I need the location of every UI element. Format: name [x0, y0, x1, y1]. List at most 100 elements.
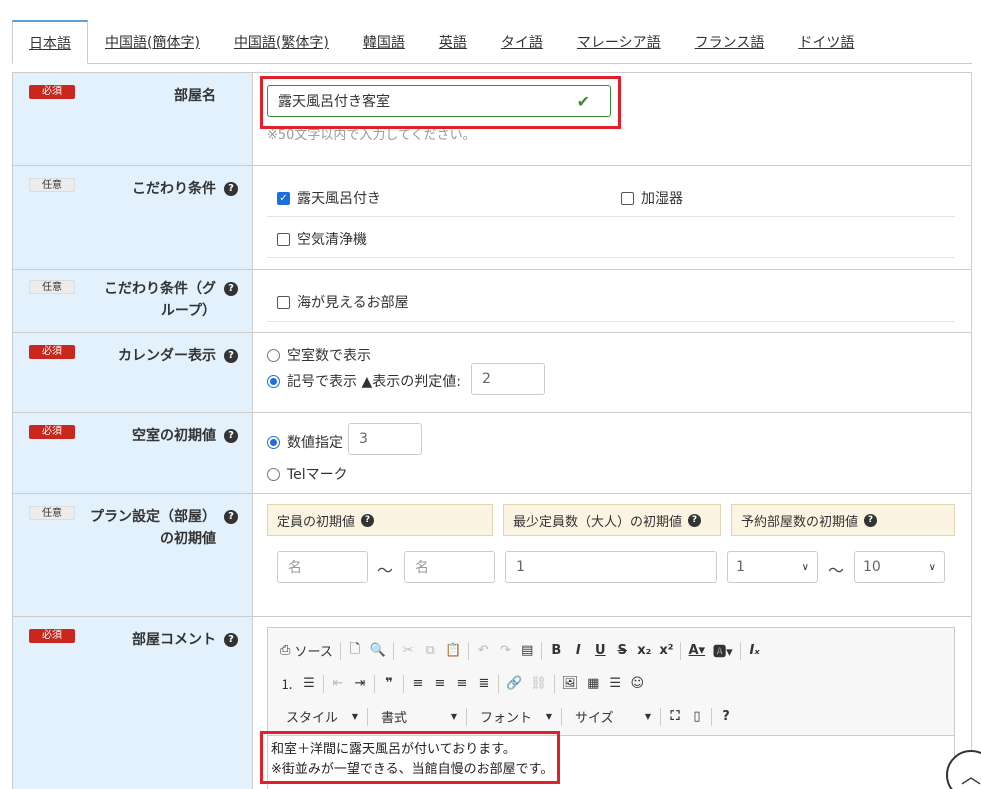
- background-color-icon[interactable]: 🅰▾: [709, 640, 737, 662]
- features-group-label: こだわり条件（グ ループ）: [104, 281, 216, 319]
- tab-english[interactable]: 英語: [422, 20, 484, 64]
- bulleted-list-icon[interactable]: ☰: [298, 673, 320, 695]
- capacity-min-input[interactable]: 名: [277, 551, 368, 583]
- toolbar-separator: [403, 674, 404, 693]
- radio-selected-icon[interactable]: [267, 374, 280, 388]
- tab-french[interactable]: フランス語: [678, 20, 782, 64]
- text-color-icon[interactable]: A▾: [684, 640, 709, 662]
- underline-icon[interactable]: U: [589, 640, 611, 662]
- remove-format-icon[interactable]: Iₓ: [744, 640, 766, 662]
- vacancy-number-input[interactable]: 3: [348, 423, 422, 455]
- redo-icon[interactable]: ↷: [494, 640, 516, 662]
- label-cell: 必須 部屋コメント ?: [12, 617, 253, 789]
- toolbar-separator: [553, 674, 555, 693]
- indent-icon[interactable]: ⇥: [349, 673, 371, 695]
- feature-open-air-bath[interactable]: ✓ 露天風呂付き: [277, 188, 381, 208]
- feature-ocean-view[interactable]: 海が見えるお部屋: [277, 292, 409, 312]
- help-icon[interactable]: ?: [715, 706, 737, 728]
- checkbox-icon[interactable]: [277, 232, 290, 246]
- tab-chinese-simplified[interactable]: 中国語(簡体字): [88, 20, 217, 64]
- preview-icon[interactable]: 🔍: [366, 640, 390, 662]
- radio-icon[interactable]: [267, 348, 280, 362]
- align-center-icon[interactable]: ≡: [429, 673, 451, 695]
- value-cell: ✓ 露天風呂付き 加湿器 空気清浄機: [253, 166, 971, 269]
- format-dropdown[interactable]: 書式 ▼: [371, 706, 463, 728]
- checkbox-label: 露天風呂付き: [297, 191, 381, 207]
- rooms-max-select[interactable]: 10 ∨: [854, 551, 945, 583]
- optional-badge: 任意: [29, 178, 75, 192]
- checkbox-icon[interactable]: [277, 295, 290, 309]
- tab-malay[interactable]: マレーシア語: [560, 20, 678, 64]
- radio-label: Telマーク: [287, 467, 348, 483]
- toolbar-separator: [660, 707, 661, 726]
- image-icon[interactable]: 🖼: [558, 673, 583, 695]
- radio-show-symbol[interactable]: 記号で表示 ▲表示の判定値:: [267, 371, 461, 391]
- checkbox-checked-icon[interactable]: ✓: [277, 191, 290, 205]
- source-button[interactable]: ⎙ ソース: [276, 640, 337, 662]
- undo-icon[interactable]: ↶: [472, 640, 494, 662]
- copy-icon[interactable]: ⧉: [419, 640, 441, 662]
- smiley-icon[interactable]: ☺: [626, 673, 648, 695]
- rooms-min-select[interactable]: 1 ∨: [727, 551, 818, 583]
- caret-down-icon: ▼: [644, 712, 651, 721]
- bold-icon[interactable]: B: [545, 640, 567, 662]
- tab-german[interactable]: ドイツ語: [781, 20, 871, 64]
- help-icon[interactable]: ?: [224, 633, 238, 647]
- min-adults-input[interactable]: 1: [505, 551, 717, 583]
- tab-chinese-traditional[interactable]: 中国語(繁体字): [217, 20, 346, 64]
- help-icon[interactable]: ?: [224, 182, 238, 196]
- room-comment-label: 部屋コメント: [132, 632, 216, 648]
- feature-air-purifier[interactable]: 空気清浄機: [277, 229, 367, 249]
- paste-from-word-icon[interactable]: ▤: [516, 640, 538, 662]
- unlink-icon[interactable]: ⛓: [526, 673, 551, 695]
- radio-number[interactable]: 数値指定: [267, 432, 343, 452]
- feature-humidifier[interactable]: 加湿器: [621, 188, 683, 208]
- style-dropdown[interactable]: スタイル ▼: [276, 706, 364, 728]
- align-right-icon[interactable]: ≡: [451, 673, 473, 695]
- help-icon[interactable]: ?: [864, 513, 878, 527]
- cut-icon[interactable]: ✂: [397, 640, 419, 662]
- italic-icon[interactable]: I: [567, 640, 589, 662]
- help-icon[interactable]: ?: [688, 513, 702, 527]
- numbered-list-icon[interactable]: ⒈: [276, 673, 298, 695]
- superscript-icon[interactable]: x²: [655, 640, 677, 662]
- radio-selected-icon[interactable]: [267, 435, 280, 449]
- horizontal-line-icon[interactable]: ☰: [604, 673, 626, 695]
- maximize-icon[interactable]: ⛶: [664, 706, 686, 728]
- symbol-threshold-input[interactable]: 2: [471, 363, 545, 395]
- field-label: カレンダー表示 ?: [118, 345, 238, 367]
- align-justify-icon[interactable]: ≣: [473, 673, 495, 695]
- tab-korean[interactable]: 韓国語: [346, 20, 422, 64]
- help-icon[interactable]: ?: [224, 510, 238, 524]
- radio-tel-mark[interactable]: Telマーク: [267, 464, 348, 484]
- field-label: 部屋コメント ?: [132, 629, 238, 651]
- show-blocks-icon[interactable]: ▯: [686, 706, 708, 728]
- tab-japanese[interactable]: 日本語: [12, 20, 88, 64]
- subscript-icon[interactable]: x₂: [633, 640, 655, 662]
- highlight-box: [260, 731, 560, 784]
- table-icon[interactable]: ▦: [582, 673, 604, 695]
- link-icon[interactable]: 🔗: [502, 673, 526, 695]
- tab-thai[interactable]: タイ語: [484, 20, 560, 64]
- radio-show-vacancy-count[interactable]: 空室数で表示: [267, 345, 371, 365]
- font-dropdown[interactable]: フォント ▼: [470, 706, 558, 728]
- help-icon[interactable]: ?: [224, 349, 238, 363]
- radio-icon[interactable]: [267, 467, 280, 481]
- new-page-icon[interactable]: 🗋: [344, 640, 366, 662]
- row-room-name: 必須 部屋名 ? 露天風呂付き客室 ✔ ※50文字以内で入力してください。: [12, 73, 971, 166]
- room-name-label: 部屋名: [174, 88, 216, 104]
- size-dropdown[interactable]: サイズ ▼: [565, 706, 657, 728]
- help-icon[interactable]: ?: [224, 429, 238, 443]
- blockquote-icon[interactable]: ❞: [378, 673, 400, 695]
- value-cell: 露天風呂付き客室 ✔ ※50文字以内で入力してください。: [253, 73, 971, 165]
- capacity-max-input[interactable]: 名: [404, 551, 495, 583]
- strikethrough-icon[interactable]: S: [611, 640, 633, 662]
- align-left-icon[interactable]: ≡: [407, 673, 429, 695]
- help-icon[interactable]: ?: [224, 282, 238, 296]
- editor-toolbar: ⎙ ソース 🗋 🔍 ✂ ⧉ 📋 ↶ ↷ ▤ B I U S x₂ x² A▾ 🅰…: [268, 628, 954, 736]
- checkbox-label: 海が見えるお部屋: [297, 295, 409, 311]
- checkbox-icon[interactable]: [621, 191, 634, 205]
- outdent-icon[interactable]: ⇤: [327, 673, 349, 695]
- help-icon[interactable]: ?: [361, 513, 375, 527]
- paste-icon[interactable]: 📋: [441, 640, 465, 662]
